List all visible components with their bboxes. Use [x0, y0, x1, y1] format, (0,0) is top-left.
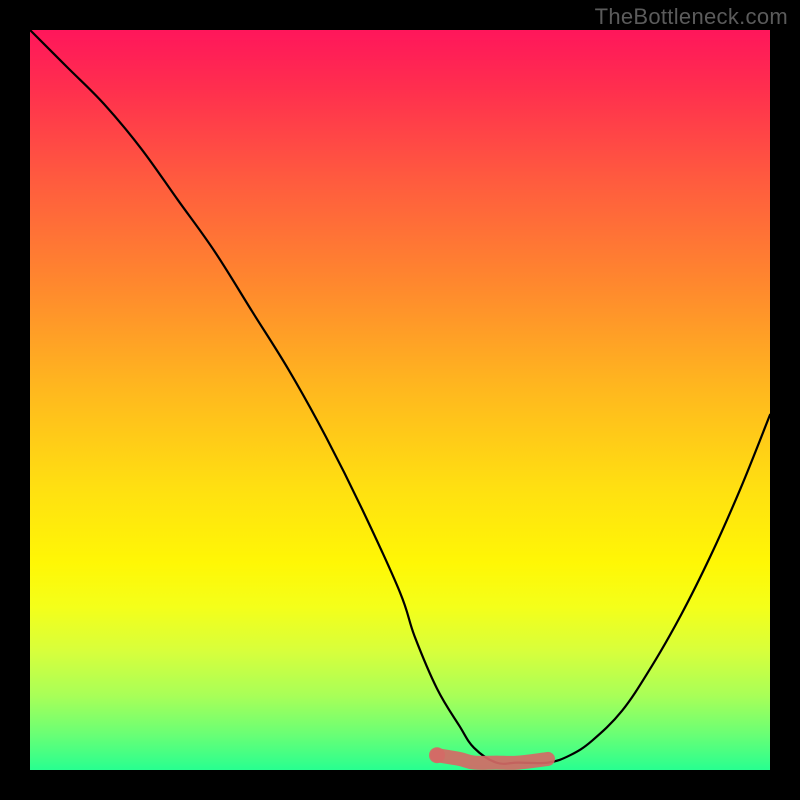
optimal-range-start-dot — [429, 747, 445, 763]
optimal-range-highlight — [437, 755, 548, 763]
plot-area — [30, 30, 770, 770]
bottleneck-curve — [30, 30, 770, 764]
curve-layer — [30, 30, 770, 770]
watermark-text: TheBottleneck.com — [595, 4, 788, 30]
chart-frame: TheBottleneck.com — [0, 0, 800, 800]
